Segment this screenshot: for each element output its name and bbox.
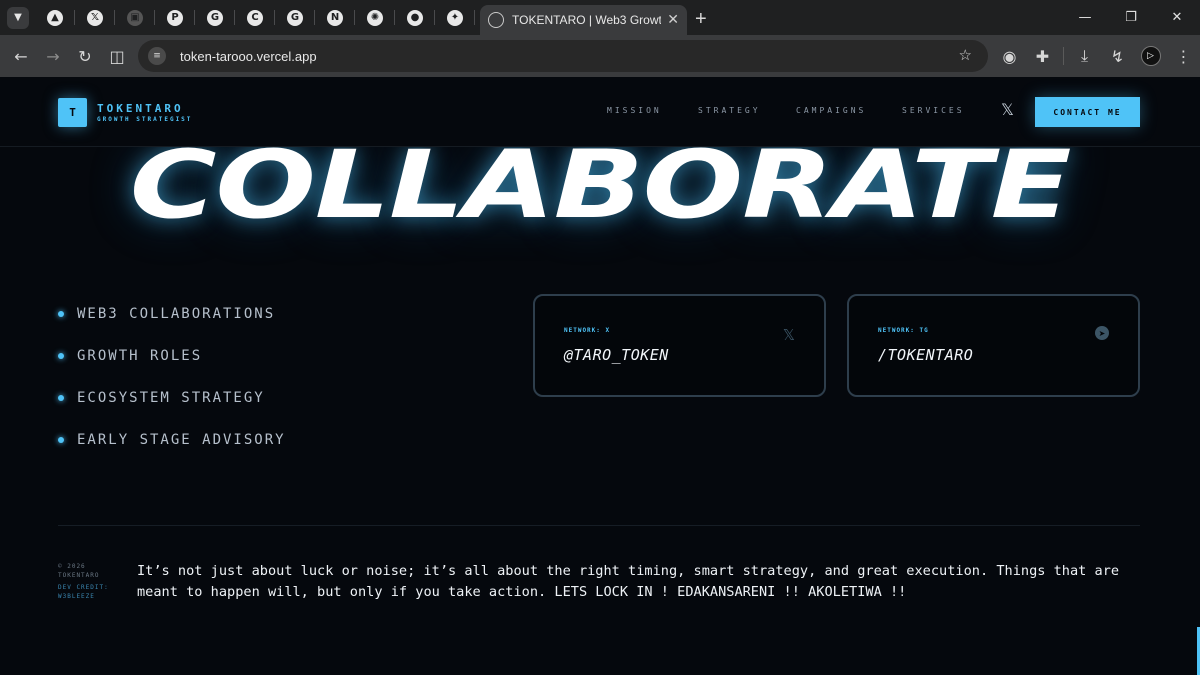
site-header: T TOKENTARO GROWTH STRATEGIST MISSION ST… bbox=[0, 77, 1200, 147]
pinned-tab[interactable]: ▣ bbox=[115, 0, 155, 35]
x-handle[interactable]: @TARO_TOKEN bbox=[564, 346, 669, 364]
notion-icon: N bbox=[327, 9, 343, 26]
forward-arrow-icon[interactable]: → bbox=[37, 40, 69, 72]
hero-heading: COLLABORATE bbox=[129, 131, 1072, 240]
pinned-tab[interactable]: ● bbox=[395, 0, 435, 35]
network-label: NETWORK: X bbox=[564, 327, 611, 334]
dev-credit-name[interactable]: W3BLEEZE bbox=[58, 592, 109, 601]
nav-link-services[interactable]: SERVICES bbox=[902, 106, 965, 115]
pinned-tab[interactable]: N bbox=[315, 0, 355, 35]
toolbar-divider bbox=[1063, 47, 1064, 65]
bullet-dot-icon bbox=[58, 353, 64, 359]
nav-link-strategy[interactable]: STRATEGY bbox=[698, 106, 761, 115]
openai-icon: ✺ bbox=[367, 9, 383, 26]
service-item: EARLY STAGE ADVISORY bbox=[58, 419, 286, 461]
pinned-tab[interactable]: ✺ bbox=[355, 0, 395, 35]
github-icon: ● bbox=[407, 9, 423, 26]
nav-link-campaigns[interactable]: CAMPAIGNS bbox=[796, 106, 866, 115]
network-label: NETWORK: TG bbox=[878, 327, 929, 334]
extensions-area: ◉ ✚ ⤓ ↯ ▷ ⋮ bbox=[993, 40, 1200, 72]
active-tab-title: TOKENTARO | Web3 Growth & bbox=[512, 13, 662, 27]
x-contact-card[interactable]: NETWORK: X @TARO_TOKEN 𝕏 bbox=[533, 294, 826, 397]
triangle-icon: ▲ bbox=[47, 9, 63, 26]
pinned-tab[interactable]: ▲ bbox=[35, 0, 75, 35]
reload-icon[interactable]: ↻ bbox=[69, 40, 101, 72]
minimize-button[interactable]: — bbox=[1062, 0, 1108, 35]
tab-search-button[interactable]: ▼ bbox=[7, 6, 29, 29]
screenshot-icon[interactable]: ◉ bbox=[993, 40, 1026, 72]
new-tab-button[interactable]: + bbox=[695, 8, 707, 31]
tab-separator bbox=[474, 10, 475, 25]
site-info-icon[interactable]: ≡ bbox=[148, 47, 166, 65]
bookmark-star-icon[interactable]: ☆ bbox=[959, 46, 972, 64]
address-bar[interactable]: ≡ token-tarooo.vercel.app ☆ bbox=[138, 40, 988, 72]
copyright-name: TOKENTARO bbox=[58, 572, 100, 579]
bullet-dot-icon bbox=[58, 437, 64, 443]
browser-tab-strip: ▼ ▲ 𝕏 ▣ P G C G N ✺ ● ✦ TOKENTARO | Web3 Growth & … bbox=[0, 0, 1200, 35]
dev-credit-label: DEV CREDIT: bbox=[58, 584, 109, 591]
pinned-tab[interactable]: 𝕏 bbox=[75, 0, 115, 35]
pinned-tab[interactable]: P bbox=[155, 0, 195, 35]
profile-avatar[interactable]: ▷ bbox=[1134, 40, 1167, 72]
google-icon: G bbox=[207, 9, 223, 26]
split-view-icon[interactable]: ◫ bbox=[101, 40, 133, 72]
copyright-year: © 2026 bbox=[58, 563, 86, 570]
footer-meta: © 2026 TOKENTARO DEV CREDIT: W3BLEEZE bbox=[58, 562, 109, 601]
pinned-tab[interactable]: C bbox=[235, 0, 275, 35]
contact-me-button[interactable]: CONTACT ME bbox=[1035, 97, 1140, 127]
restore-button[interactable]: ❐ bbox=[1108, 0, 1154, 35]
bullet-dot-icon bbox=[58, 395, 64, 401]
google-icon: G bbox=[287, 9, 303, 26]
close-tab-icon[interactable]: ✕ bbox=[667, 12, 679, 28]
service-item: ECOSYSTEM STRATEGY bbox=[58, 377, 286, 419]
menu-kebab-icon[interactable]: ⋮ bbox=[1167, 40, 1200, 72]
nav-link-mission[interactable]: MISSION bbox=[607, 106, 662, 115]
pinned-tabs: ▲ 𝕏 ▣ P G C G N ✺ ● ✦ bbox=[35, 0, 475, 35]
service-label: WEB3 COLLABORATIONS bbox=[77, 306, 276, 322]
service-label: GROWTH ROLES bbox=[77, 348, 203, 364]
pinned-tab[interactable]: G bbox=[275, 0, 315, 35]
telegram-contact-card[interactable]: NETWORK: TG /TOKENTARO ➤ bbox=[847, 294, 1140, 397]
x-logo-icon: 𝕏 bbox=[87, 9, 103, 26]
telegram-handle[interactable]: /TOKENTARO bbox=[878, 346, 973, 364]
globe-icon bbox=[488, 12, 504, 28]
pinned-tab[interactable]: ✦ bbox=[435, 0, 475, 35]
service-label: EARLY STAGE ADVISORY bbox=[77, 432, 286, 448]
back-arrow-icon[interactable]: ← bbox=[5, 40, 37, 72]
service-item: GROWTH ROLES bbox=[58, 335, 286, 377]
sparkle-icon: ✦ bbox=[447, 9, 463, 26]
pinned-tab[interactable]: G bbox=[195, 0, 235, 35]
brand-name[interactable]: TOKENTARO bbox=[97, 102, 184, 115]
window-controls: — ❐ ✕ bbox=[1062, 0, 1200, 35]
app-icon: ▣ bbox=[127, 9, 143, 26]
web-page: T TOKENTARO GROWTH STRATEGIST MISSION ST… bbox=[0, 77, 1200, 675]
c-logo-icon: C bbox=[247, 9, 263, 26]
browser-toolbar: ← → ↻ ◫ ≡ token-tarooo.vercel.app ☆ ◉ ✚ … bbox=[0, 35, 1200, 77]
brand-tagline: GROWTH STRATEGIST bbox=[97, 116, 193, 123]
profile-icon: ▷ bbox=[1140, 46, 1161, 66]
logo-letter: T bbox=[69, 106, 76, 119]
services-list: WEB3 COLLABORATIONS GROWTH ROLES ECOSYST… bbox=[58, 293, 286, 461]
footer-divider bbox=[58, 525, 1140, 526]
performance-icon[interactable]: ↯ bbox=[1101, 40, 1134, 72]
x-logo-icon[interactable]: 𝕏 bbox=[1001, 100, 1014, 119]
telegram-icon: ➤ bbox=[1095, 326, 1109, 340]
x-logo-icon: 𝕏 bbox=[782, 326, 795, 344]
chevron-down-icon: ▼ bbox=[14, 12, 22, 23]
service-item: WEB3 COLLABORATIONS bbox=[58, 293, 286, 335]
download-icon[interactable]: ⤓ bbox=[1068, 40, 1101, 72]
service-label: ECOSYSTEM STRATEGY bbox=[77, 390, 265, 406]
pinterest-icon: P bbox=[167, 9, 183, 26]
url-text[interactable]: token-tarooo.vercel.app bbox=[180, 49, 317, 64]
close-window-button[interactable]: ✕ bbox=[1154, 0, 1200, 35]
bullet-dot-icon bbox=[58, 311, 64, 317]
site-logo[interactable]: T bbox=[58, 98, 87, 127]
footer-quote: It’s not just about luck or noise; it’s … bbox=[137, 563, 1120, 600]
active-tab[interactable]: TOKENTARO | Web3 Growth & ✕ bbox=[480, 5, 687, 35]
extensions-puzzle-icon[interactable]: ✚ bbox=[1026, 40, 1059, 72]
